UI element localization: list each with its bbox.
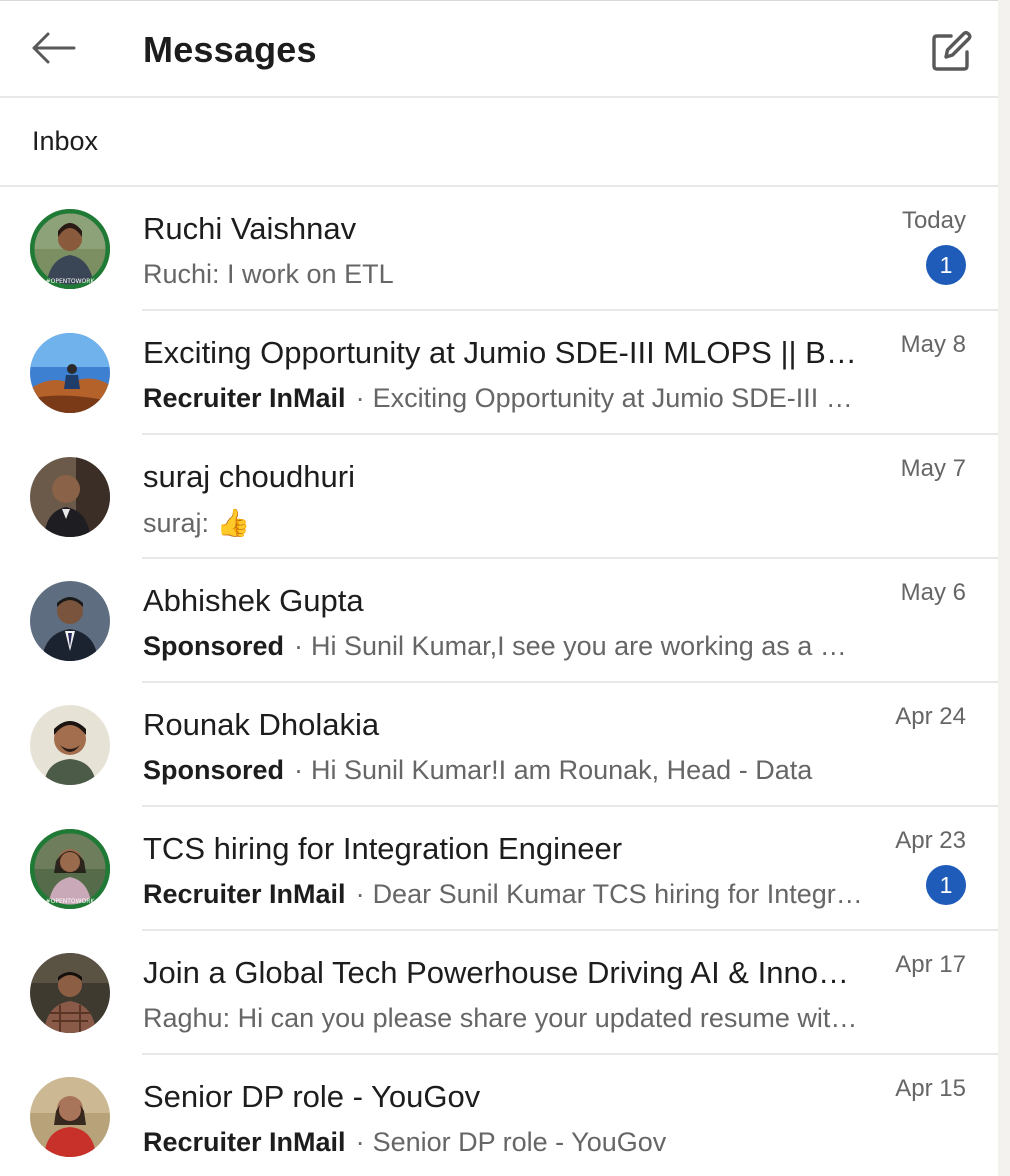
recruiter-inmail-tag: Recruiter InMail xyxy=(143,879,346,909)
message-snippet: Dear Sunil Kumar TCS hiring for Integrat… xyxy=(372,879,863,909)
conversation-name: Exciting Opportunity at Jumio SDE-III ML… xyxy=(143,335,858,370)
conversation-name: Join a Global Tech Powerhouse Driving AI… xyxy=(143,955,858,990)
sponsored-tag: Sponsored xyxy=(143,631,285,661)
avatar xyxy=(30,1077,110,1157)
conversation-row[interactable]: Abhishek Gupta Sponsored · Hi Sunil Kumar,… xyxy=(0,559,998,683)
conversation-name: suraj choudhuri xyxy=(143,459,355,494)
conversation-row[interactable]: Senior DP role - YouGov Recruiter InMail… xyxy=(0,1055,998,1176)
conversation-date: Apr 24 xyxy=(895,703,966,730)
conversation-row[interactable]: Rounak Dholakia Sponsored · Hi Sunil Kumar… xyxy=(0,683,998,807)
conversation-name: Senior DP role - YouGov xyxy=(143,1079,481,1114)
conversation-preview: Raghu: Hi can you please share your upda… xyxy=(143,1003,863,1034)
conversation-date: Apr 15 xyxy=(895,1075,966,1102)
messages-header: Messages xyxy=(0,1,998,98)
separator-dot: · xyxy=(355,383,365,413)
conversation-row[interactable]: Exciting Opportunity at Jumio SDE-III ML… xyxy=(0,311,998,435)
conversation-preview: suraj: 👍 xyxy=(143,507,863,539)
conversation-preview: Sponsored · Hi Sunil Kumar!I am Rounak, He… xyxy=(143,755,863,786)
conversation-date: Apr 17 xyxy=(895,951,966,978)
conversation-date: May 7 xyxy=(900,455,966,482)
conversation-name: TCS hiring for Integration Engineer xyxy=(143,831,623,866)
conversation-row[interactable]: suraj choudhuri suraj: 👍 May 7 xyxy=(0,435,998,559)
conversation-row[interactable]: #OPENTOWORK TCS hiring for Integration E… xyxy=(0,807,998,931)
conversation-date: Today xyxy=(901,207,966,234)
conversation-preview: Recruiter InMail · Senior DP role - YouGov xyxy=(143,1127,863,1158)
page-title: Messages xyxy=(143,29,317,70)
message-snippet: Ruchi: I work on ETL xyxy=(143,259,394,289)
inbox-filter-bar: Inbox xyxy=(0,98,998,187)
compose-button[interactable] xyxy=(928,27,976,75)
conversation-name: Ruchi Vaishnav xyxy=(143,211,357,246)
conversation-name: Abhishek Gupta xyxy=(143,583,364,618)
conversation-date: Apr 23 xyxy=(895,827,966,854)
conversation-preview: Recruiter InMail · Exciting Opportunity at… xyxy=(143,383,863,414)
conversation-row[interactable]: #OPENTOWORK Ruchi Vaishnav Ruchi: I work… xyxy=(0,187,998,311)
sponsored-tag: Sponsored xyxy=(143,755,285,785)
avatar xyxy=(30,953,110,1033)
conversation-preview: Sponsored · Hi Sunil Kumar,I see you are w… xyxy=(143,631,863,662)
recruiter-inmail-tag: Recruiter InMail xyxy=(143,1127,346,1157)
svg-text:#OPENTOWORK: #OPENTOWORK xyxy=(46,278,96,285)
separator-dot: · xyxy=(355,1127,365,1157)
svg-text:#OPENTOWORK: #OPENTOWORK xyxy=(46,898,96,905)
avatar: #OPENTOWORK xyxy=(30,829,110,909)
conversation-row[interactable]: Join a Global Tech Powerhouse Driving AI… xyxy=(0,931,998,1055)
avatar xyxy=(30,333,110,413)
separator-dot: · xyxy=(294,631,304,661)
separator-dot: · xyxy=(294,755,304,785)
conversation-list: #OPENTOWORK Ruchi Vaishnav Ruchi: I work… xyxy=(0,187,998,1176)
separator-dot: · xyxy=(355,879,365,909)
message-snippet: Hi Sunil Kumar!I am Rounak, Head - Data xyxy=(311,755,813,785)
messages-panel: Messages Inbox #OPENTOWORK Ruchi Vaishna… xyxy=(0,0,998,1176)
back-button[interactable] xyxy=(28,25,78,71)
message-snippet: Hi Sunil Kumar,I see you are working as … xyxy=(311,631,863,661)
unread-badge: 1 xyxy=(926,245,966,285)
compose-icon xyxy=(932,30,972,71)
avatar xyxy=(30,581,110,661)
avatar xyxy=(30,457,110,537)
arrow-left-icon xyxy=(32,32,76,64)
inbox-label[interactable]: Inbox xyxy=(32,126,98,157)
conversation-name: Rounak Dholakia xyxy=(143,707,380,742)
message-snippet: Senior DP role - YouGov xyxy=(372,1127,667,1157)
avatar: #OPENTOWORK xyxy=(30,209,110,289)
avatar xyxy=(30,705,110,785)
message-snippet: Exciting Opportunity at Jumio SDE-III ML… xyxy=(372,383,863,413)
conversation-date: May 8 xyxy=(900,331,966,358)
unread-badge: 1 xyxy=(926,865,966,905)
conversation-preview: Ruchi: I work on ETL xyxy=(143,259,863,290)
conversation-preview: Recruiter InMail · Dear Sunil Kumar TCS hi… xyxy=(143,879,863,910)
message-snippet: suraj: 👍 xyxy=(143,508,251,538)
scroll-gutter xyxy=(998,0,1010,1176)
recruiter-inmail-tag: Recruiter InMail xyxy=(143,383,346,413)
message-snippet: Raghu: Hi can you please share your upda… xyxy=(143,1003,863,1033)
conversation-date: May 6 xyxy=(900,579,966,606)
